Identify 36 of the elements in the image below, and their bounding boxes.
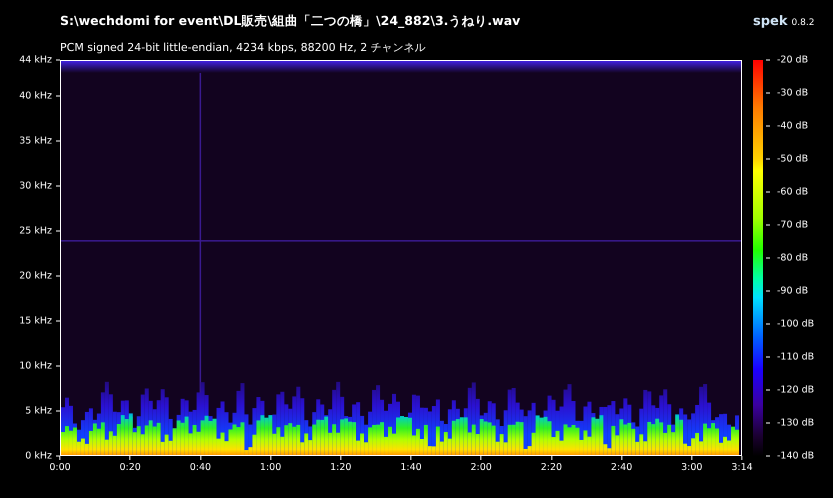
decibel-label: -100 dB (763, 318, 814, 330)
app-version: 0.8.2 (792, 18, 814, 28)
decibel-label: -120 dB (763, 384, 814, 396)
frequency-label: 10 kHz (19, 360, 60, 372)
decibel-label: -70 dB (763, 220, 808, 230)
decibel-label: -30 dB (763, 88, 808, 98)
time-label: 3:00 (681, 456, 702, 473)
frequency-label: 35 kHz (19, 136, 60, 146)
time-label: 2:00 (470, 456, 492, 473)
frequency-label: 5 kHz (25, 406, 60, 416)
decibel-label: -140 dB (763, 450, 814, 462)
time-label: 3:14 (731, 456, 753, 473)
decibel-label: -90 dB (763, 286, 808, 296)
frequency-label: 44 kHz (19, 54, 60, 66)
decibel-label: -20 dB (763, 54, 808, 66)
time-label: 1:40 (400, 456, 422, 473)
time-label: 1:20 (330, 456, 352, 473)
decibel-label: -110 dB (763, 352, 814, 362)
decibel-label: -60 dB (763, 186, 808, 198)
frequency-label: 15 kHz (19, 316, 60, 326)
decibel-label: -130 dB (763, 418, 814, 428)
time-label: 0:20 (120, 456, 141, 473)
frequency-label: 40 kHz (19, 90, 60, 102)
app-name: spek (753, 14, 788, 29)
frequency-label: 30 kHz (19, 180, 60, 192)
decibel-label: -40 dB (763, 120, 808, 132)
stream-info: PCM signed 24-bit little-endian, 4234 kbps, 88200 Hz, 2 チャンネル (60, 40, 426, 54)
time-label: 1:00 (260, 456, 282, 473)
time-label: 2:40 (610, 456, 632, 473)
decibel-label: -50 dB (763, 154, 808, 164)
frequency-label: 25 kHz (19, 226, 60, 236)
decibel-label: -80 dB (763, 252, 808, 264)
time-label: 2:20 (540, 456, 562, 473)
time-label: 0:40 (190, 456, 212, 473)
file-path-title: S:\wechdomi for event\DL販売\組曲「二つの橋」\24_882\3.うねり.wav (60, 13, 520, 30)
frequency-label: 20 kHz (19, 270, 60, 282)
